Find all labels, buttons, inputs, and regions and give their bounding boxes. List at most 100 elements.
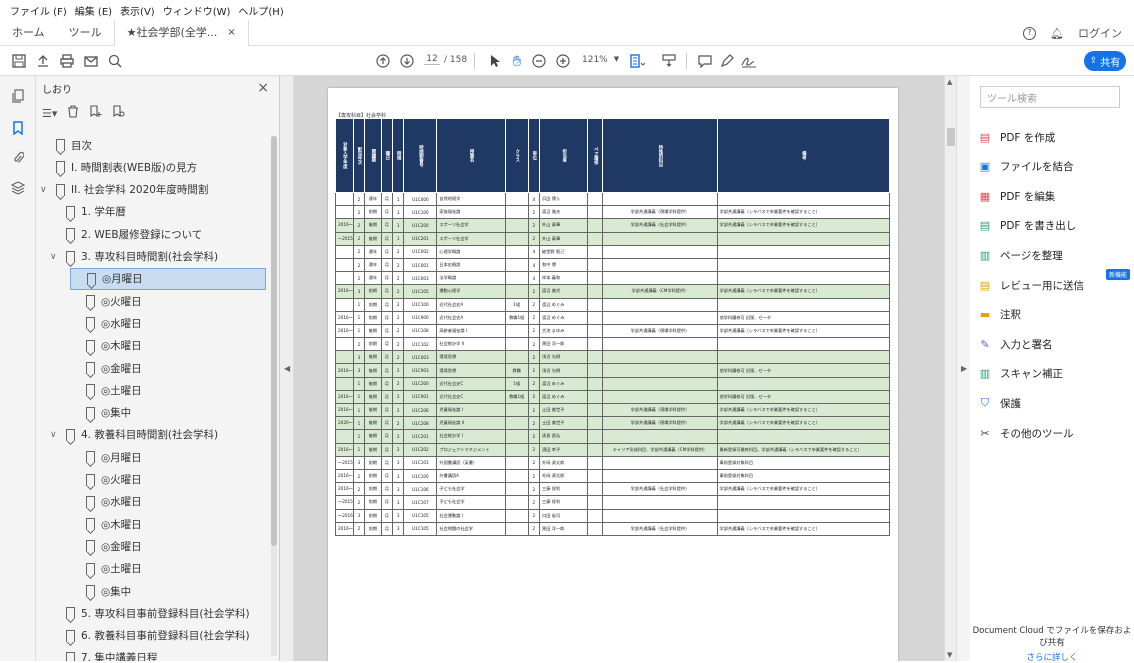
menu-item-0[interactable]: ファイル (F) <box>10 3 67 18</box>
bookmark-item[interactable]: ◎土曜日 <box>70 558 142 580</box>
menu-item-2[interactable]: 表示(V) <box>120 3 155 18</box>
fit-page-icon[interactable] <box>628 52 646 70</box>
close-panel-icon[interactable]: × <box>257 80 269 96</box>
bookmark-item[interactable]: ◎月曜日 <box>70 267 266 290</box>
bookmark-item[interactable]: ◎水曜日 <box>70 491 142 513</box>
tool-protect[interactable]: ⛉ 保護 <box>978 393 1021 413</box>
share-button[interactable]: ⇪ 共有 <box>1084 51 1126 71</box>
bookmark-item[interactable]: 7. 集中講義日程 <box>50 647 157 661</box>
tool-send-review[interactable]: ▤ レビュー用に送信 <box>978 275 1084 295</box>
zoom-in-icon[interactable] <box>554 52 572 70</box>
protect-icon: ⛉ <box>980 396 990 410</box>
tool-edit-pdf[interactable]: ▦ PDF を編集 <box>978 186 1056 206</box>
login-link[interactable]: ログイン <box>1078 25 1122 41</box>
tab-document[interactable]: ★社会学部(全学... × <box>113 19 249 46</box>
find-bookmark-icon[interactable] <box>112 104 125 122</box>
comment-icon[interactable] <box>696 52 714 70</box>
bookmark-item[interactable]: I. 時間割表(WEB版)の見方 <box>40 156 197 178</box>
tool-search-input[interactable]: ツール検索 <box>980 86 1120 108</box>
delete-icon[interactable] <box>67 104 79 122</box>
page-number-input[interactable]: 12 <box>424 54 440 65</box>
bookmark-item[interactable]: 目次 <box>40 134 92 156</box>
bookmark-item[interactable]: ◎月曜日 <box>70 446 142 468</box>
tool-export-pdf[interactable]: ▤ PDF を書き出し <box>978 216 1077 236</box>
bookmark-item[interactable]: ◎木曜日 <box>70 335 142 357</box>
bookmark-icon <box>86 384 95 397</box>
bookmark-item[interactable]: ◎水曜日 <box>70 312 142 334</box>
attachment-icon[interactable] <box>10 150 26 166</box>
bookmark-item[interactable]: ◎火曜日 <box>70 290 142 312</box>
learn-more-link[interactable]: さらに詳しく <box>970 651 1134 663</box>
search-icon[interactable] <box>106 52 124 70</box>
options-icon[interactable]: ☰▾ <box>42 107 57 120</box>
select-tool-icon[interactable] <box>486 52 504 70</box>
tool-fill-sign[interactable]: ✎ 入力と署名 <box>978 334 1052 354</box>
bookmark-item[interactable]: ◎火曜日 <box>70 469 142 491</box>
tab-document-label: ★社会学部(全学... <box>126 25 218 39</box>
scroll-up-icon[interactable]: ▲ <box>947 78 952 86</box>
chevron-down-icon[interactable]: ∨ <box>50 430 60 440</box>
tab-tools[interactable]: ツール <box>57 20 114 46</box>
close-icon[interactable]: × <box>227 20 235 46</box>
tool-create-pdf[interactable]: ▤ PDF を作成 <box>978 127 1056 147</box>
sign-icon[interactable] <box>740 52 758 70</box>
bookmark-item[interactable]: ◎金曜日 <box>70 535 142 557</box>
collapse-right-panel[interactable]: ▶ <box>956 76 970 661</box>
help-icon[interactable]: ? <box>1023 26 1037 40</box>
bookmark-label: 4. 教養科目時間割(社会学科) <box>81 429 219 442</box>
bookmark-item[interactable]: 1. 学年暦 <box>50 201 126 223</box>
table-cell: 学部共通講義（CM学科提供） <box>602 284 718 299</box>
chevron-down-icon[interactable]: ∨ <box>40 185 50 195</box>
pages-icon[interactable] <box>10 88 26 104</box>
bookmark-item[interactable]: ◎集中 <box>70 580 131 602</box>
bookmark-scrollbar[interactable] <box>271 136 277 656</box>
bookmark-item[interactable]: ◎木曜日 <box>70 513 142 535</box>
bookmark-item[interactable]: 5. 専攻科目事前登録科目(社会学科) <box>50 602 250 624</box>
scroll-down-icon[interactable]: ▼ <box>947 651 952 659</box>
menu-item-4[interactable]: ヘルプ(H) <box>238 3 283 18</box>
prev-page-icon[interactable] <box>374 52 392 70</box>
table-cell: 学部共通講義（シラバスで卒業要件を確認すること） <box>716 416 891 431</box>
bell-icon[interactable]: 🔔︎ <box>1050 27 1064 40</box>
tool-comment[interactable]: ▬ 注釈 <box>978 305 1021 325</box>
tool-organize-pages[interactable]: ▥ ページを整理 <box>978 245 1063 265</box>
document-scrollbar[interactable]: ▲ ▼ <box>944 76 956 661</box>
print-icon[interactable] <box>58 52 76 70</box>
layers-icon[interactable] <box>10 180 26 196</box>
tool-combine-files[interactable]: ▣ ファイルを結合 <box>978 157 1074 177</box>
table-cell <box>335 429 354 444</box>
upload-icon[interactable] <box>34 52 52 70</box>
hand-tool-icon[interactable]: ✋︎ <box>508 52 526 70</box>
page-display-icon[interactable] <box>660 52 678 70</box>
zoom-out-icon[interactable] <box>530 52 548 70</box>
scrollbar-thumb[interactable] <box>947 128 955 146</box>
menu-item-3[interactable]: ウィンドウ(W) <box>163 3 231 18</box>
new-bookmark-icon[interactable] <box>89 104 102 122</box>
save-icon[interactable] <box>10 52 28 70</box>
menu-item-1[interactable]: 編集 (E) <box>75 3 112 18</box>
collapse-left-panel[interactable]: ◀ <box>280 76 294 661</box>
bookmark-item[interactable]: ◎土曜日 <box>70 379 142 401</box>
bookmark-item[interactable]: 6. 教養科目事前登録科目(社会学科) <box>50 625 250 647</box>
next-page-icon[interactable] <box>398 52 416 70</box>
tool-more-tools[interactable]: ✂ その他のツール <box>978 423 1073 443</box>
pen-icon[interactable] <box>718 52 736 70</box>
zoom-dropdown[interactable]: 121% ▼ <box>582 55 619 65</box>
bookmark-panel-icon[interactable] <box>10 120 26 136</box>
table-cell <box>602 257 718 273</box>
bookmark-item[interactable]: ∨ II. 社会学科 2020年度時間割 <box>40 179 208 201</box>
table-cell: 前期 <box>364 337 382 352</box>
bookmark-item[interactable]: ◎金曜日 <box>70 357 142 379</box>
tool-scan[interactable]: ▥ スキャン補正 <box>978 364 1063 384</box>
scrollbar-thumb[interactable] <box>271 136 277 546</box>
mail-icon[interactable] <box>82 52 100 70</box>
table-cell <box>587 376 604 391</box>
bookmark-item[interactable]: 2. WEB履修登録について <box>50 223 202 245</box>
document-area[interactable]: 【専攻科目】社会学科 対象入学年度 配当年次 開講期 曜日 時限 時間割番号 授業名 クラス単… <box>294 76 944 661</box>
bookmark-item[interactable]: ◎集中 <box>70 402 131 424</box>
table-cell <box>587 442 604 457</box>
bookmark-item[interactable]: ∨ 3. 専攻科目時間割(社会学科) <box>50 246 218 268</box>
tab-home[interactable]: ホーム <box>0 20 57 46</box>
chevron-down-icon[interactable]: ∨ <box>50 252 60 262</box>
bookmark-item[interactable]: ∨ 4. 教養科目時間割(社会学科) <box>50 424 218 446</box>
